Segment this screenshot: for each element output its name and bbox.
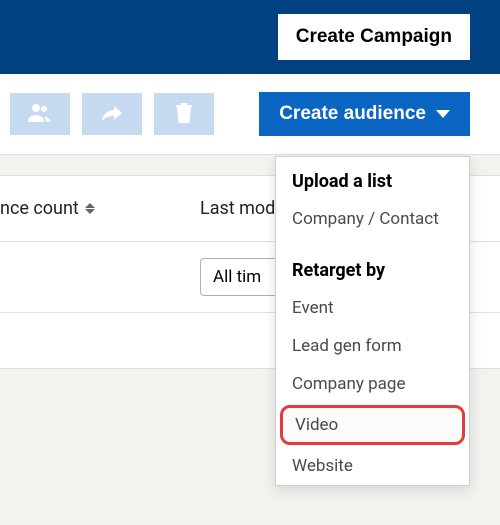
dropdown-section-retarget: Retarget by (276, 246, 469, 289)
trash-icon (174, 102, 194, 127)
audience-icon-button[interactable] (10, 93, 70, 135)
dropdown-section-upload: Upload a list (276, 157, 469, 200)
delete-icon-button[interactable] (154, 93, 214, 135)
share-icon-button[interactable] (82, 93, 142, 135)
sort-icon (85, 203, 95, 214)
column-last-modified[interactable]: Last mod (170, 198, 275, 219)
people-icon (28, 103, 52, 126)
column-audience-count[interactable]: nce count (0, 198, 170, 219)
create-audience-dropdown: Upload a list Company / Contact Retarget… (275, 156, 470, 486)
toolbar: Create audience (0, 74, 500, 155)
dropdown-item-lead-gen[interactable]: Lead gen form (276, 327, 469, 365)
share-icon (100, 103, 124, 126)
dropdown-item-event[interactable]: Event (276, 289, 469, 327)
chevron-down-icon (436, 110, 450, 118)
create-audience-label: Create audience (279, 103, 426, 125)
top-bar: Create Campaign (0, 0, 500, 74)
dropdown-item-company-contact[interactable]: Company / Contact (276, 200, 469, 238)
dropdown-item-video[interactable]: Video (280, 405, 465, 445)
dropdown-item-company-page[interactable]: Company page (276, 365, 469, 403)
create-campaign-button[interactable]: Create Campaign (278, 14, 470, 60)
create-audience-button[interactable]: Create audience (259, 92, 470, 136)
dropdown-item-website[interactable]: Website (276, 447, 469, 485)
